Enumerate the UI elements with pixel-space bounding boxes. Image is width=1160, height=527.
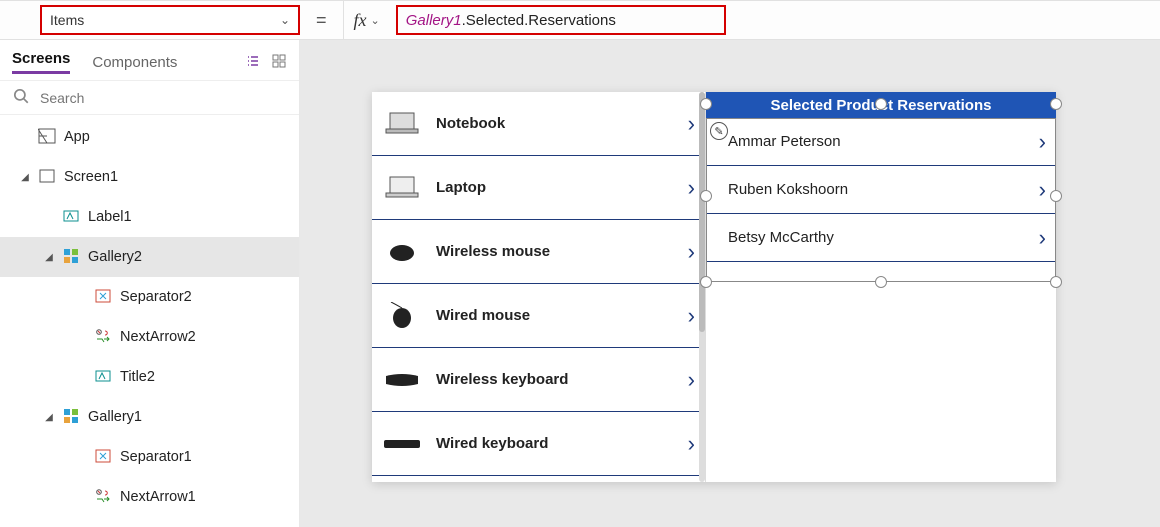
tree-label: Gallery1 bbox=[88, 409, 142, 425]
list-item[interactable]: Wired keyboard › bbox=[372, 412, 705, 476]
property-dropdown[interactable]: Items ⌄ bbox=[40, 5, 300, 35]
tree-node-gallery2[interactable]: ◢ Gallery2 bbox=[0, 237, 299, 277]
tree-label: Title2 bbox=[120, 369, 155, 385]
list-item[interactable]: Betsy McCarthy › bbox=[706, 214, 1056, 262]
property-dropdown-value: Items bbox=[50, 12, 84, 28]
reservation-name: Ammar Peterson bbox=[728, 133, 1039, 150]
fx-button[interactable]: fx ⌄ bbox=[343, 0, 386, 40]
list-item[interactable]: Wireless mouse › bbox=[372, 220, 705, 284]
list-item[interactable]: Ruben Kokshoorn › bbox=[706, 166, 1056, 214]
nextarrow-icon bbox=[94, 487, 112, 508]
reservation-name: Ruben Kokshoorn bbox=[728, 181, 1039, 198]
formula-token-object: Gallery1 bbox=[406, 12, 462, 29]
list-item[interactable]: Ammar Peterson › bbox=[706, 118, 1056, 166]
product-thumb-icon bbox=[380, 108, 424, 140]
tree-label: Screen1 bbox=[64, 169, 118, 185]
resize-handle[interactable] bbox=[1050, 190, 1062, 202]
reservation-name: Betsy McCarthy bbox=[728, 229, 1039, 246]
gallery-icon bbox=[62, 247, 80, 268]
caret-down-icon[interactable]: ◢ bbox=[44, 252, 54, 263]
chevron-right-icon[interactable]: › bbox=[688, 303, 695, 329]
gallery1[interactable]: Notebook › Laptop › Wireless mouse › Wir… bbox=[372, 92, 706, 482]
product-thumb-icon bbox=[380, 428, 424, 460]
label-icon bbox=[94, 367, 112, 388]
tree-node-title2[interactable]: Title2 bbox=[0, 357, 299, 397]
tree-label: NextArrow2 bbox=[120, 329, 196, 345]
caret-down-icon[interactable]: ◢ bbox=[20, 172, 30, 183]
product-name: Wireless mouse bbox=[436, 243, 676, 260]
tree-node-app[interactable]: App bbox=[0, 117, 299, 157]
list-item[interactable]: Wired mouse › bbox=[372, 284, 705, 348]
tab-components[interactable]: Components bbox=[92, 54, 177, 71]
list-item[interactable]: Notebook › bbox=[372, 92, 705, 156]
formula-token-rest: .Selected.Reservations bbox=[462, 12, 616, 29]
tree-node-separator1[interactable]: Separator1 bbox=[0, 437, 299, 477]
grid-view-icon[interactable] bbox=[271, 53, 287, 72]
resize-handle[interactable] bbox=[700, 190, 712, 202]
chevron-right-icon[interactable]: › bbox=[688, 111, 695, 137]
product-thumb-icon bbox=[380, 236, 424, 268]
separator-icon bbox=[94, 287, 112, 308]
resize-handle[interactable] bbox=[875, 276, 887, 288]
formula-bar: Items ⌄ = fx ⌄ Gallery1.Selected.Reserva… bbox=[0, 0, 1160, 40]
chevron-right-icon[interactable]: › bbox=[688, 239, 695, 265]
chevron-right-icon[interactable]: › bbox=[1039, 225, 1046, 251]
chevron-right-icon[interactable]: › bbox=[688, 367, 695, 393]
app-icon bbox=[38, 127, 56, 148]
nextarrow-icon bbox=[94, 327, 112, 348]
list-item[interactable]: Laptop › bbox=[372, 156, 705, 220]
product-thumb-icon bbox=[380, 172, 424, 204]
tree-node-nextarrow1[interactable]: NextArrow1 bbox=[0, 477, 299, 517]
gallery2[interactable]: ✎ Ammar Peterson › Ruben Kokshoorn › Bet… bbox=[706, 118, 1056, 262]
tree-node-screen1[interactable]: ◢ Screen1 bbox=[0, 157, 299, 197]
screen-icon bbox=[38, 167, 56, 188]
tree-node-nextarrow2[interactable]: NextArrow2 bbox=[0, 317, 299, 357]
resize-handle[interactable] bbox=[700, 98, 712, 110]
resize-handle[interactable] bbox=[1050, 98, 1062, 110]
tree-label: Label1 bbox=[88, 209, 132, 225]
chevron-down-icon: ⌄ bbox=[371, 14, 380, 27]
chevron-right-icon[interactable]: › bbox=[1039, 129, 1046, 155]
tree-label: NextArrow1 bbox=[120, 489, 196, 505]
search-icon bbox=[12, 87, 30, 108]
list-view-icon[interactable] bbox=[245, 53, 261, 72]
equals-label: = bbox=[310, 10, 333, 31]
canvas[interactable]: Notebook › Laptop › Wireless mouse › Wir… bbox=[300, 40, 1160, 527]
caret-down-icon[interactable]: ◢ bbox=[44, 412, 54, 423]
tree-node-separator2[interactable]: Separator2 bbox=[0, 277, 299, 317]
tree-node-gallery1[interactable]: ◢ Gallery1 bbox=[0, 397, 299, 437]
formula-input[interactable]: Gallery1.Selected.Reservations bbox=[396, 5, 726, 35]
tree-label: Separator2 bbox=[120, 289, 192, 305]
chevron-right-icon[interactable]: › bbox=[688, 431, 695, 457]
tree-panel: Screens Components App bbox=[0, 40, 300, 527]
product-name: Wireless keyboard bbox=[436, 371, 676, 388]
separator-icon bbox=[94, 447, 112, 468]
product-name: Wired keyboard bbox=[436, 435, 676, 452]
chevron-right-icon[interactable]: › bbox=[1039, 177, 1046, 203]
list-item[interactable]: Wireless keyboard › bbox=[372, 348, 705, 412]
app-preview: Notebook › Laptop › Wireless mouse › Wir… bbox=[372, 92, 1056, 482]
tree-label: App bbox=[64, 129, 90, 145]
tab-screens[interactable]: Screens bbox=[12, 50, 70, 74]
chevron-right-icon[interactable]: › bbox=[688, 175, 695, 201]
tree-node-label1[interactable]: Label1 bbox=[0, 197, 299, 237]
product-name: Wired mouse bbox=[436, 307, 676, 324]
product-thumb-icon bbox=[380, 364, 424, 396]
resize-handle[interactable] bbox=[700, 276, 712, 288]
tree-label: Separator1 bbox=[120, 449, 192, 465]
fx-icon: fx bbox=[354, 10, 367, 31]
search-input[interactable] bbox=[40, 90, 287, 106]
product-thumb-icon bbox=[380, 300, 424, 332]
tree-label: Gallery2 bbox=[88, 249, 142, 265]
product-name: Notebook bbox=[436, 115, 676, 132]
chevron-down-icon: ⌄ bbox=[280, 13, 290, 27]
search-row bbox=[0, 80, 299, 115]
formula-bar-remainder bbox=[736, 0, 1152, 40]
resize-handle[interactable] bbox=[1050, 276, 1062, 288]
gallery-icon bbox=[62, 407, 80, 428]
resize-handle[interactable] bbox=[875, 98, 887, 110]
product-name: Laptop bbox=[436, 179, 676, 196]
edit-pencil-icon[interactable]: ✎ bbox=[710, 122, 728, 140]
label-icon bbox=[62, 207, 80, 228]
